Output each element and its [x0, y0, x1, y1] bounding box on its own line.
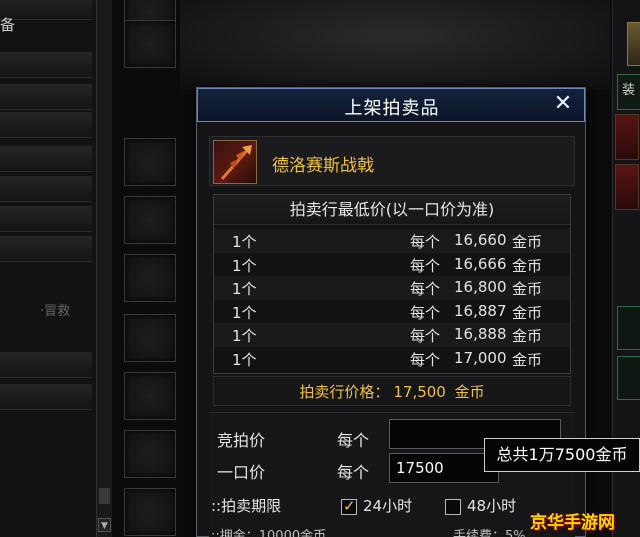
lowest-price-header: 拍卖行最低价(以一口价为准)	[214, 195, 570, 225]
price-row: 1个 每个 17,000 金币	[214, 347, 570, 371]
item-name: 德洛赛斯战戟	[272, 156, 374, 176]
price-currency: 金币	[512, 350, 543, 369]
list-row[interactable]	[0, 84, 92, 110]
option-48h-label[interactable]: 48小时	[467, 495, 516, 516]
auction-price-currency: 金币	[454, 383, 485, 401]
inventory-slot[interactable]	[124, 488, 176, 536]
price-per: 每个	[410, 280, 441, 298]
price-amount: 16,800	[454, 278, 507, 296]
bid-label: 竞拍价	[217, 431, 266, 450]
price-currency: 金币	[512, 280, 543, 298]
list-row[interactable]	[0, 112, 92, 138]
buyout-label: 一口价	[217, 463, 266, 482]
list-row[interactable]	[0, 52, 92, 78]
inventory-slot[interactable]	[124, 314, 176, 362]
gold-frame-icon	[627, 22, 640, 66]
inventory-slot[interactable]	[124, 196, 176, 244]
scroll-down-arrow-icon[interactable]: ▼	[98, 518, 111, 532]
inventory-slot[interactable]	[124, 430, 176, 478]
tab-equipment[interactable]: 装	[617, 74, 640, 110]
buyout-price-input[interactable]	[389, 453, 499, 483]
list-row[interactable]	[0, 236, 92, 262]
total-price-tooltip: 总共1万7500金币	[484, 438, 640, 472]
checkbox-empty-icon[interactable]	[445, 499, 461, 515]
close-icon[interactable]: ✕	[550, 92, 576, 118]
price-amount: 16,887	[454, 301, 507, 320]
price-qty: 1个	[232, 350, 257, 369]
price-per: 每个	[410, 350, 441, 369]
price-row: 1个 每个 16,666 金币	[214, 253, 570, 277]
price-per: 每个	[410, 303, 441, 322]
price-row: 1个 每个 16,887 金币	[214, 300, 570, 324]
item-row: 德洛赛斯战戟	[209, 136, 575, 186]
price-row: 1个 每个 16,800 金币	[214, 276, 570, 300]
list-row[interactable]	[0, 352, 92, 378]
auction-price-amount: 17,500	[393, 383, 446, 401]
list-row[interactable]	[0, 176, 92, 202]
price-row: 1个 每个 16,660 金币	[214, 229, 570, 253]
price-row: 1个 每个 16,888 金币	[214, 323, 570, 347]
price-amount: 16,888	[454, 325, 507, 343]
buyout-per-label: 每个	[337, 463, 370, 482]
price-amount: 16,660	[454, 231, 507, 249]
price-currency: 金币	[512, 303, 543, 322]
price-per: 每个	[410, 256, 441, 275]
background-left-text: 备	[0, 16, 16, 34]
price-per: 每个	[410, 327, 441, 345]
price-currency: 金币	[512, 233, 543, 251]
price-qty: 1个	[232, 303, 257, 322]
lowest-price-list: 1个 每个 16,660 金币 1个 每个 16,666 金币 1个 每个 16,800 金币 1个 每个…	[214, 229, 570, 370]
item-slot-icon[interactable]	[615, 114, 639, 160]
price-qty: 1个	[232, 280, 257, 298]
side-box[interactable]	[617, 306, 640, 350]
side-box[interactable]	[617, 356, 640, 400]
lowest-price-panel: 拍卖行最低价(以一口价为准) 1个 每个 16,660 金币 1个 每个 16,666 金币 1…	[213, 194, 571, 374]
background-item-slots	[124, 0, 180, 537]
list-row[interactable]	[0, 384, 92, 410]
price-amount: 17,000	[454, 348, 507, 367]
option-24h-label[interactable]: 24小时	[363, 495, 412, 516]
dialog-titlebar[interactable]: 上架拍卖品 ✕	[197, 88, 585, 122]
list-row[interactable]	[0, 206, 92, 232]
price-currency: 金币	[512, 327, 543, 345]
duration-label: ::拍卖期限	[211, 497, 282, 515]
background-faded-text: ·冒救	[40, 304, 71, 319]
inventory-slot[interactable]	[124, 254, 176, 302]
price-qty: 1个	[232, 256, 257, 275]
list-row[interactable]	[0, 146, 92, 172]
background-scrollbar[interactable]: ▼	[96, 0, 112, 537]
background-scene	[180, 0, 610, 90]
scrollbar-thumb[interactable]	[99, 488, 110, 504]
price-per: 每个	[410, 233, 441, 251]
halberd-icon[interactable]	[213, 140, 257, 184]
price-currency: 金币	[512, 256, 543, 275]
site-watermark-logo: 京华手游网	[530, 513, 615, 533]
price-qty: 1个	[232, 327, 257, 345]
background-left-list: 备	[0, 0, 96, 537]
inventory-slot[interactable]	[124, 372, 176, 420]
item-slot-icon[interactable]	[615, 164, 639, 210]
checkbox-checked-icon[interactable]	[341, 497, 357, 515]
dialog-title: 上架拍卖品	[344, 98, 440, 119]
fee-text: 手续费：5%	[453, 529, 526, 537]
price-qty: 1个	[232, 233, 257, 251]
auction-house-price: 拍卖行价格： 17,500 金币	[213, 376, 571, 406]
inventory-slot[interactable]	[124, 20, 176, 68]
auction-price-label: 拍卖行价格：	[299, 383, 390, 401]
listing-form: 竞拍价 每个 一口价 每个 ::拍卖期限 24小时 48小时 ::押金：1000…	[209, 412, 575, 537]
bid-per-label: 每个	[337, 431, 370, 450]
deposit-text: ::押金：10000金币	[211, 529, 327, 537]
price-amount: 16,666	[454, 254, 507, 273]
inventory-slot[interactable]	[124, 138, 176, 186]
